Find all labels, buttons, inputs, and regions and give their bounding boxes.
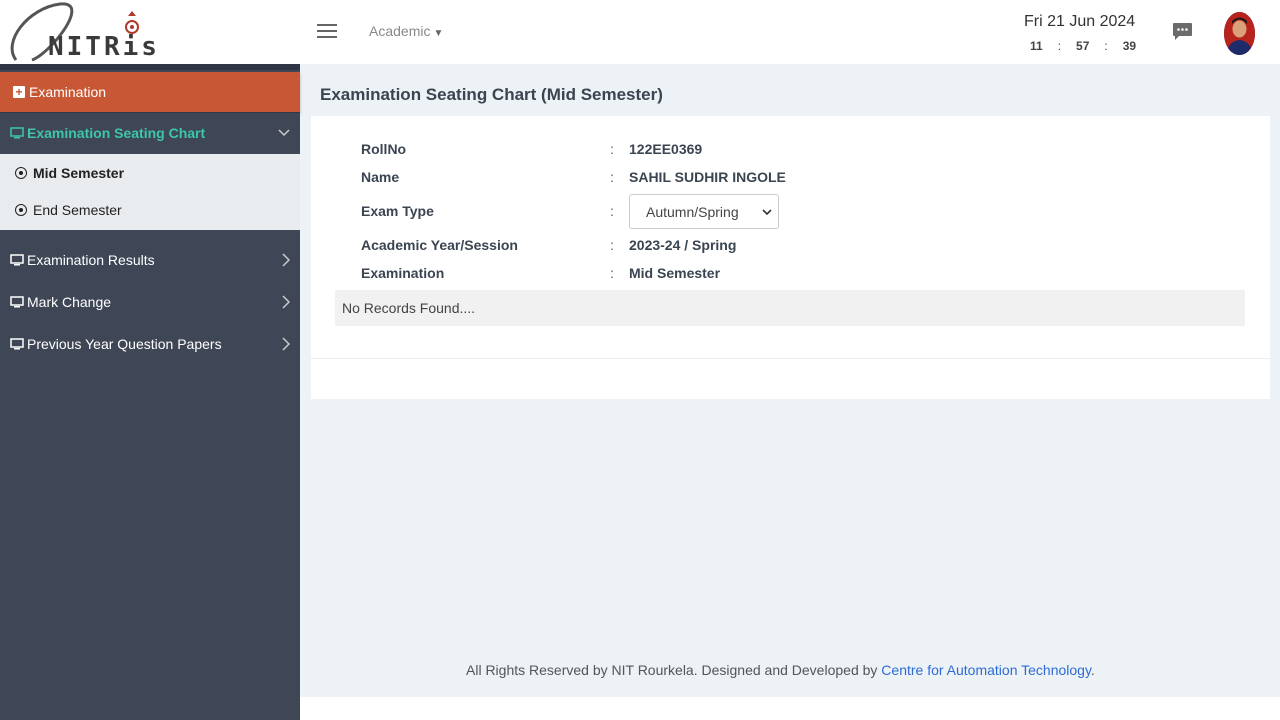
sidebar-item-label: Previous Year Question Papers	[27, 336, 222, 352]
field-label: Examination	[361, 265, 445, 281]
clock-seconds: 39	[1122, 39, 1137, 53]
no-records-message: No Records Found....	[335, 290, 1245, 326]
footer-bar	[300, 697, 1280, 720]
footer-copyright: All Rights Reserved by NIT Rourkela. Des…	[466, 662, 882, 678]
clock-hours: 11	[1030, 39, 1043, 53]
chat-icon[interactable]	[1172, 22, 1193, 41]
footer-suffix: .	[1090, 662, 1095, 678]
field-label: Academic Year/Session	[361, 237, 518, 253]
field-value: Mid Semester	[629, 265, 721, 281]
monitor-icon	[10, 127, 24, 139]
field-colon: :	[610, 203, 614, 219]
field-label: Exam Type	[361, 203, 434, 219]
field-label: RollNo	[361, 141, 407, 157]
user-avatar[interactable]	[1224, 12, 1255, 55]
page-title: Examination Seating Chart (Mid Semester)	[320, 85, 663, 104]
plus-square-icon: +	[13, 86, 25, 98]
field-value: 2023-24 / Spring	[629, 237, 737, 253]
submenu-item-end-semester[interactable]: End Semester	[0, 191, 300, 229]
exam-type-select[interactable]: Autumn/Spring	[629, 194, 779, 229]
hamburger-menu-icon[interactable]	[317, 24, 337, 40]
user-photo-icon	[1224, 12, 1255, 55]
top-header: NITRis Academic ▼ Fri 21 Jun 2024 11:57:3…	[0, 0, 1280, 64]
monitor-icon	[10, 254, 24, 266]
chevron-down-icon: ▼	[433, 28, 444, 39]
current-date: Fri 21 Jun 2024	[1024, 13, 1136, 30]
field-value: SAHIL SUDHIR INGOLE	[629, 169, 786, 185]
monitor-icon	[10, 338, 24, 350]
sidebar-item-label: Examination Seating Chart	[27, 125, 206, 141]
dot-circle-icon	[15, 167, 27, 179]
dot-circle-icon	[15, 204, 27, 216]
sidebar-item-seating-chart[interactable]: Examination Seating Chart	[0, 113, 300, 153]
card-divider	[311, 358, 1270, 359]
chevron-right-icon	[282, 337, 290, 351]
sidebar-item-mark-change[interactable]: Mark Change	[0, 282, 300, 322]
exam-type-selected: Autumn/Spring	[646, 203, 739, 220]
sidebar-top-strip	[0, 64, 300, 70]
sidebar-section-examination[interactable]: + Examination	[0, 72, 300, 112]
sidebar-item-label: Examination Results	[27, 252, 155, 268]
footer-link[interactable]: Centre for Automation Technology	[881, 662, 1091, 678]
sidebar-item-question-papers[interactable]: Previous Year Question Papers	[0, 324, 300, 364]
clock-minutes: 57	[1076, 39, 1090, 53]
footer-text: All Rights Reserved by NIT Rourkela. Des…	[466, 662, 1095, 678]
submenu-item-label: Mid Semester	[33, 165, 125, 181]
field-colon: :	[610, 169, 614, 185]
chevron-down-icon	[762, 209, 772, 216]
submenu-item-mid-semester[interactable]: Mid Semester	[0, 154, 300, 192]
field-colon: :	[610, 265, 614, 281]
logo-text: NITRis	[48, 32, 160, 62]
sidebar-section-label: Examination	[29, 84, 107, 100]
field-colon: :	[610, 141, 614, 157]
field-label: Name	[361, 169, 400, 185]
details-card	[311, 116, 1270, 399]
field-value: 122EE0369	[629, 141, 703, 157]
academic-dropdown[interactable]: Academic ▼	[369, 23, 443, 39]
monitor-icon	[10, 296, 24, 308]
clock-separator: :	[1104, 39, 1108, 53]
academic-label: Academic	[369, 23, 431, 39]
chevron-down-icon	[278, 129, 290, 137]
clock: 11:57:39	[1030, 39, 1136, 53]
clock-separator: :	[1057, 39, 1062, 53]
chevron-right-icon	[282, 295, 290, 309]
sidebar-item-label: Mark Change	[27, 294, 112, 310]
field-colon: :	[610, 237, 614, 253]
seating-chart-submenu: Mid Semester End Semester	[0, 154, 300, 230]
nitris-logo[interactable]: NITRis	[8, 2, 168, 64]
submenu-item-label: End Semester	[33, 202, 122, 218]
chevron-right-icon	[282, 253, 290, 267]
sidebar-item-examination-results[interactable]: Examination Results	[0, 240, 300, 280]
